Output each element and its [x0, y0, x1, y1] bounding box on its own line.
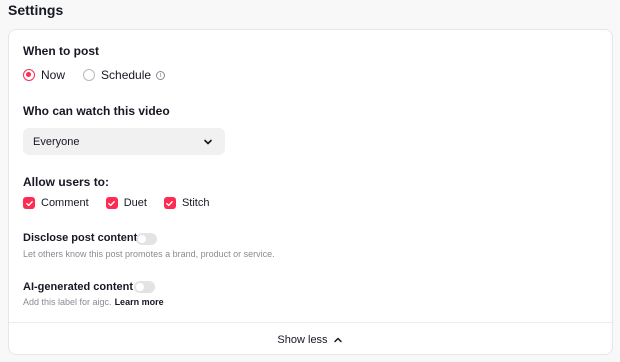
ai-generated-toggle[interactable]: [134, 281, 155, 293]
ai-generated-description: Add this label for aigc.: [23, 297, 112, 307]
chevron-down-icon: [204, 139, 212, 144]
checkbox-comment[interactable]: Comment: [23, 197, 89, 209]
radio-schedule-indicator[interactable]: [83, 69, 96, 81]
checkbox-comment-label: Comment: [41, 197, 89, 209]
ai-generated-label: AI-generated content: [23, 281, 134, 293]
disclose-toggle[interactable]: [136, 233, 157, 245]
radio-now[interactable]: Now: [23, 68, 65, 82]
checkbox-comment-box[interactable]: [23, 197, 35, 209]
audience-label: Who can watch this video: [23, 104, 170, 118]
show-less-button[interactable]: Show less: [9, 323, 612, 356]
disclose-description: Let others know this post promotes a bra…: [23, 249, 275, 259]
disclose-label: Disclose post content: [23, 232, 138, 244]
radio-schedule[interactable]: Schedule i: [83, 68, 166, 82]
checkbox-stitch[interactable]: Stitch: [163, 197, 210, 209]
checkbox-stitch-box[interactable]: [163, 197, 176, 209]
check-icon: [166, 200, 174, 206]
settings-card: When to post Now Schedule i Who can watc…: [8, 29, 613, 355]
when-to-post-label: When to post: [23, 44, 99, 58]
allow-label: Allow users to:: [23, 175, 110, 189]
audience-selected-value: Everyone: [33, 135, 80, 148]
learn-more-link[interactable]: Learn more: [115, 297, 164, 307]
allow-options: Comment Duet Stitch: [23, 197, 226, 209]
checkbox-stitch-label: Stitch: [181, 197, 210, 209]
checkbox-duet[interactable]: Duet: [105, 197, 147, 209]
checkbox-duet-box[interactable]: [105, 197, 118, 209]
checkbox-duet-label: Duet: [123, 197, 147, 209]
chevron-up-icon: [333, 337, 342, 342]
check-icon: [108, 200, 116, 206]
radio-now-indicator[interactable]: [23, 69, 35, 81]
page-title: Settings: [8, 2, 64, 18]
show-less-label: Show less: [277, 333, 328, 346]
when-to-post-options: Now Schedule i: [23, 68, 166, 82]
ai-generated-description-row: Add this label for aigc. Learn more: [23, 297, 164, 307]
radio-schedule-label: Schedule: [101, 68, 152, 82]
radio-now-label: Now: [41, 68, 66, 82]
info-icon[interactable]: i: [156, 70, 166, 80]
audience-dropdown[interactable]: Everyone: [23, 128, 225, 155]
check-icon: [25, 200, 33, 206]
